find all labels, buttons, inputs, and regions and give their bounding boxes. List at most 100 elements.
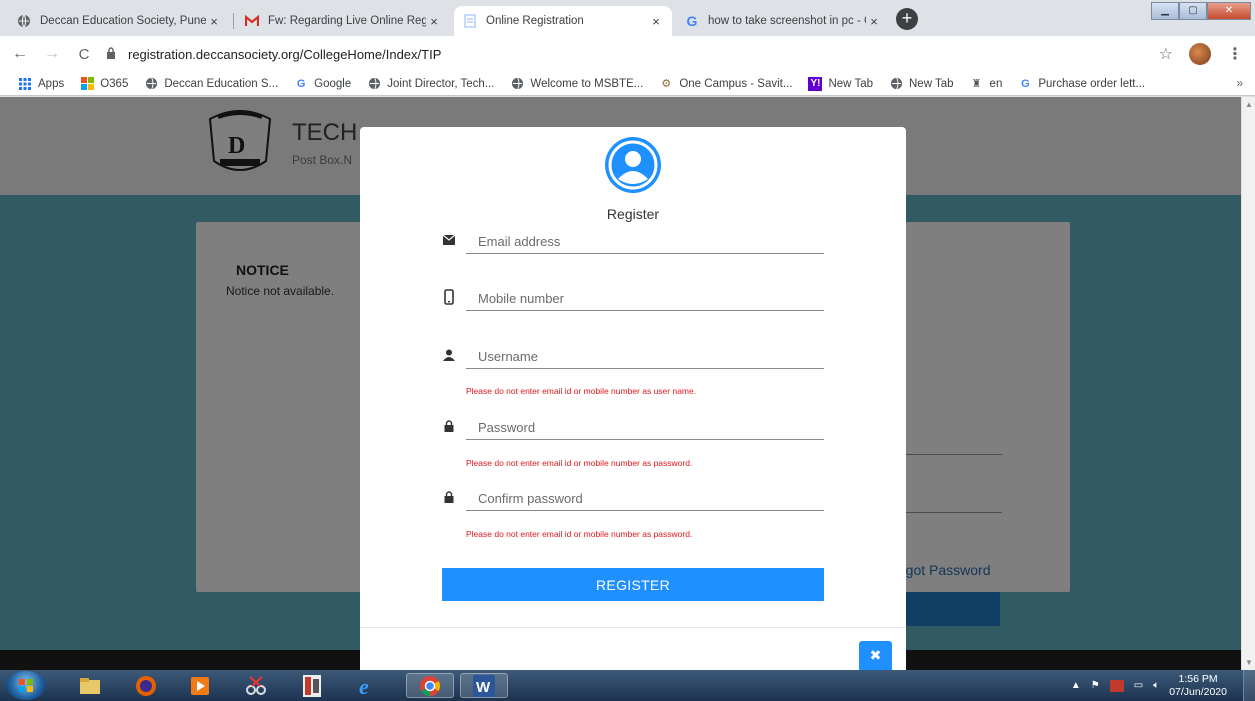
scroll-up-icon[interactable]: ▲ (1244, 100, 1254, 109)
firefox-icon[interactable] (132, 673, 160, 698)
lock-icon (106, 46, 120, 62)
bookmarks-overflow-icon[interactable]: » (1236, 76, 1243, 90)
system-tray: ▲ ⚑ ▭ 🔈︎ 1:56 PM 07/Jun/2020 (1071, 670, 1255, 701)
confirm-password-hint: Please do not enter email id or mobile n… (466, 529, 693, 539)
tab-strip: Deccan Education Society, Pune. × Fw: Re… (0, 0, 1255, 36)
svg-text:W: W (476, 679, 491, 696)
globe-icon (367, 77, 381, 91)
windows-taskbar: e W ▲ ⚑ ▭ 🔈︎ 1:56 PM 07/Jun/2020 (0, 670, 1255, 701)
google-icon: G (296, 77, 306, 90)
media-player-icon[interactable] (186, 673, 214, 698)
tab-separator (233, 13, 234, 29)
tab-deccan-education[interactable]: Deccan Education Society, Pune. × (8, 6, 230, 36)
page-icon (462, 13, 478, 29)
bookmark-purchase-order[interactable]: G Purchase order lett... (1018, 77, 1145, 91)
reload-icon[interactable]: C (72, 46, 96, 63)
back-arrow-icon[interactable]: ← (8, 45, 32, 63)
url-text: registration.deccansociety.org/CollegeHo… (128, 46, 442, 62)
globe-icon (889, 77, 903, 91)
volume-icon[interactable]: 🔈︎ (1153, 680, 1159, 691)
internet-explorer-icon[interactable]: e (354, 673, 382, 698)
mobile-phone-icon (442, 287, 456, 307)
modal-close-icon[interactable]: ✖ (859, 641, 892, 670)
user-icon (442, 345, 456, 365)
tray-app-icon[interactable] (1109, 679, 1124, 692)
university-icon: ⚙ (661, 78, 672, 90)
gmail-icon (244, 13, 260, 29)
bookmark-apps[interactable]: Apps (18, 77, 64, 91)
tray-expand-icon[interactable]: ▲ (1071, 680, 1081, 691)
tab-title: Deccan Education Society, Pune. (40, 15, 206, 27)
modal-divider (360, 627, 906, 628)
tab-close-icon[interactable]: × (206, 14, 222, 29)
emblem-icon: ♜ (971, 78, 982, 90)
clock[interactable]: 1:56 PM 07/Jun/2020 (1169, 673, 1227, 699)
bookmark-google[interactable]: G Google (294, 77, 351, 91)
register-modal: Register Please do not enter email id or… (360, 127, 906, 670)
browser-toolbar: ← → C registration.deccansociety.org/Col… (0, 36, 1255, 72)
bookmark-star-icon[interactable]: ☆ (1159, 44, 1173, 64)
google-icon: G (686, 13, 698, 29)
bookmark-one-campus[interactable]: ⚙ One Campus - Savit... (659, 77, 792, 91)
globe-icon (144, 77, 158, 91)
yahoo-icon: Y! (808, 76, 823, 91)
register-button[interactable]: REGISTER (442, 568, 824, 601)
bookmark-new-tab-yahoo[interactable]: Y! New Tab (808, 76, 873, 91)
bookmark-en[interactable]: ♜ en (970, 77, 1003, 91)
tab-title: Online Registration (486, 15, 584, 27)
chrome-icon[interactable] (406, 673, 454, 698)
word-icon[interactable]: W (460, 673, 508, 698)
user-avatar-icon (605, 137, 661, 193)
username-hint: Please do not enter email id or mobile n… (466, 386, 697, 396)
show-desktop-button[interactable] (1243, 670, 1255, 701)
window-close-button[interactable]: ✕ (1207, 2, 1251, 20)
username-input[interactable] (466, 345, 824, 369)
globe-icon (16, 13, 32, 29)
action-center-flag-icon[interactable]: ⚑ (1091, 680, 1100, 691)
tab-title: Fw: Regarding Live Online Regist (268, 15, 426, 27)
tab-online-registration[interactable]: Online Registration × (454, 6, 672, 36)
tab-title: how to take screenshot in pc - G (708, 15, 866, 27)
password-hint: Please do not enter email id or mobile n… (466, 458, 693, 468)
forward-arrow-icon[interactable]: → (40, 45, 64, 63)
bookmark-deccan[interactable]: Deccan Education S... (144, 77, 278, 91)
new-tab-button[interactable]: + (896, 8, 918, 30)
lock-icon (442, 487, 456, 507)
start-button[interactable] (6, 671, 46, 700)
bookmark-o365[interactable]: O365 (80, 77, 128, 91)
bookmark-msbte[interactable]: Welcome to MSBTE... (510, 77, 643, 91)
minimize-button[interactable]: ▁ (1151, 2, 1179, 20)
mobile-input[interactable] (466, 287, 824, 311)
lock-icon (442, 416, 456, 436)
bookmark-joint-director[interactable]: Joint Director, Tech... (367, 77, 494, 91)
password-input[interactable] (466, 416, 824, 440)
window-controls: ▁ ▢ ✕ (1151, 2, 1251, 20)
clock-date: 07/Jun/2020 (1169, 685, 1227, 698)
profile-avatar[interactable] (1189, 43, 1211, 65)
tab-google-search[interactable]: G how to take screenshot in pc - G × (676, 6, 890, 36)
menu-kebab-icon[interactable]: ⋮ (1227, 44, 1243, 64)
clock-time: 1:56 PM (1178, 672, 1218, 685)
envelope-icon (442, 230, 456, 250)
apps-grid-icon (18, 77, 32, 91)
address-bar[interactable]: registration.deccansociety.org/CollegeHo… (106, 40, 1159, 68)
bookmark-new-tab[interactable]: New Tab (889, 77, 954, 91)
maximize-button[interactable]: ▢ (1179, 2, 1207, 20)
email-input[interactable] (466, 230, 824, 254)
snipping-tool-icon[interactable] (242, 673, 270, 698)
confirm-password-input[interactable] (466, 487, 824, 511)
scroll-down-icon[interactable]: ▼ (1244, 658, 1254, 667)
tally-erp-icon[interactable] (298, 673, 326, 698)
globe-icon (510, 77, 524, 91)
google-icon: G (1021, 77, 1030, 90)
office-icon (80, 77, 94, 91)
tab-close-icon[interactable]: × (648, 14, 664, 29)
tab-close-icon[interactable]: × (426, 14, 442, 29)
network-icon[interactable]: ▭ (1134, 680, 1143, 691)
page-scrollbar[interactable]: ▲ ▼ (1241, 97, 1255, 670)
file-explorer-icon[interactable] (76, 673, 104, 698)
tab-close-icon[interactable]: × (866, 14, 882, 29)
modal-title: Register (606, 206, 660, 222)
tab-gmail[interactable]: Fw: Regarding Live Online Regist × (236, 6, 450, 36)
bookmarks-bar: Apps O365 Deccan Education S... G Google… (0, 72, 1255, 96)
